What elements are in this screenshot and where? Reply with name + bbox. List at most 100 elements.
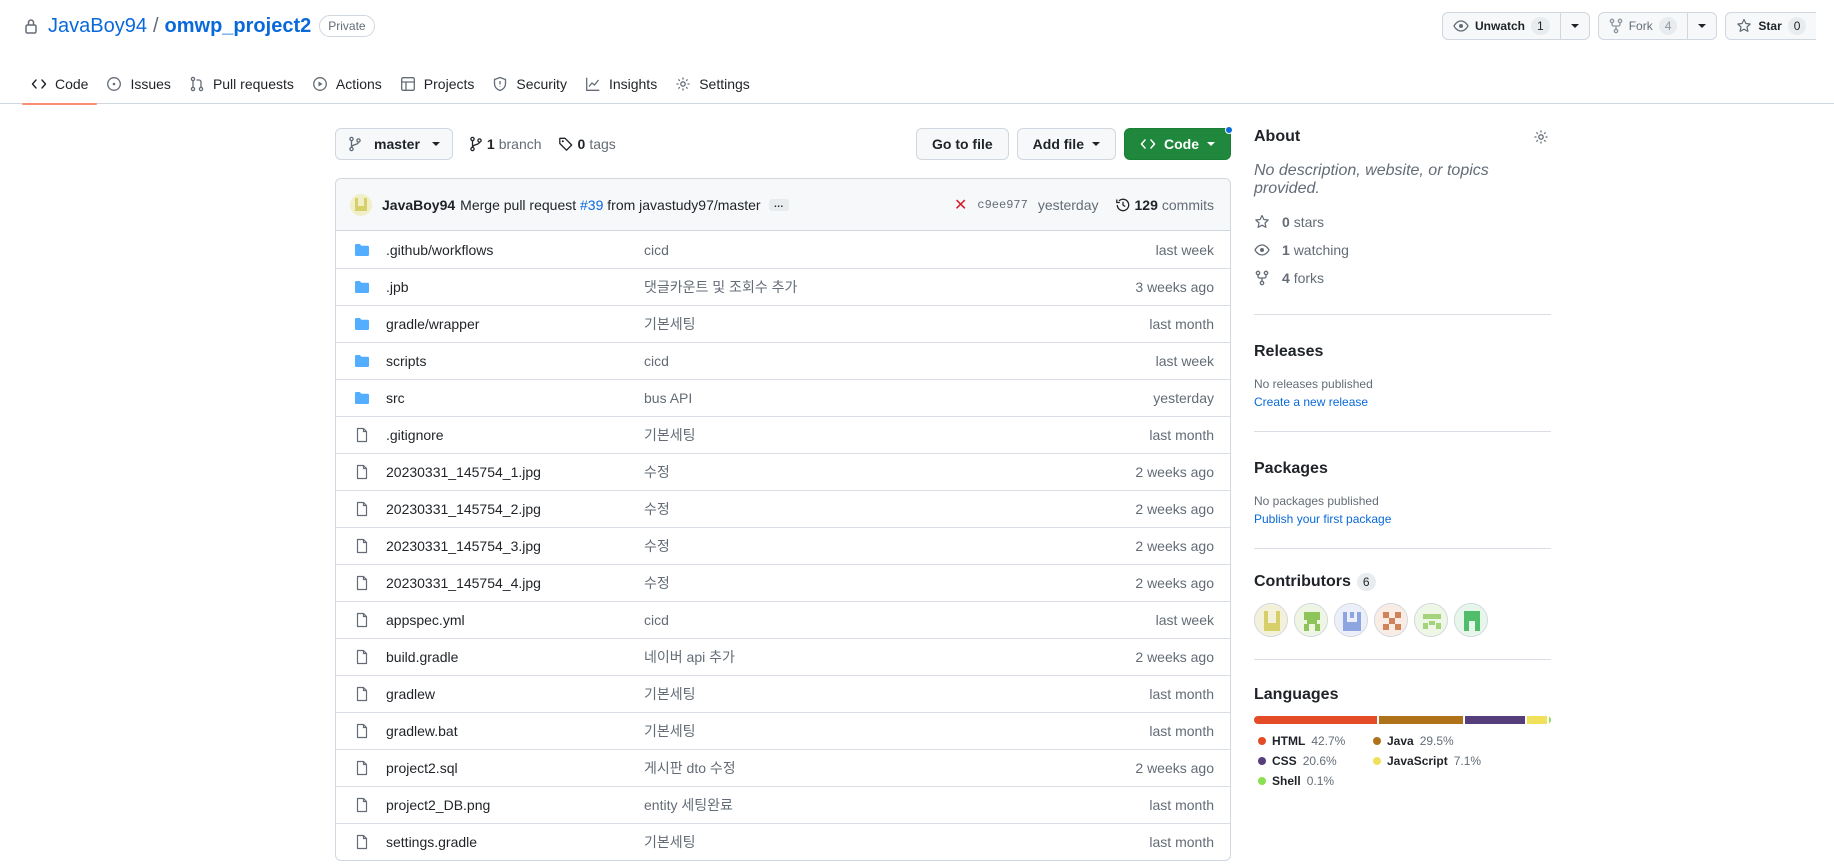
branches-link[interactable]: 1 branch [469,136,542,152]
file-name-link[interactable]: scripts [386,353,644,369]
table-row[interactable]: .gitignore 기본세팅 last month [336,416,1230,453]
table-row[interactable]: appspec.yml cicd last week [336,601,1230,638]
file-name-link[interactable]: 20230331_145754_4.jpg [386,575,644,591]
file-name-link[interactable]: gradle/wrapper [386,316,644,332]
pull-request-link[interactable]: #39 [580,197,603,213]
tab-code[interactable]: Code [22,64,98,105]
add-file-button[interactable]: Add file [1016,128,1116,160]
watching-link[interactable]: 1 watching [1254,242,1551,258]
file-name-link[interactable]: src [386,390,644,406]
file-commit-message-link[interactable]: 기본세팅 [644,314,1149,334]
file-name-link[interactable]: gradlew.bat [386,723,644,739]
file-name-link[interactable]: .jpb [386,279,644,295]
commits-history-link[interactable]: 129 commits [1115,197,1214,213]
table-row[interactable]: gradle/wrapper 기본세팅 last month [336,305,1230,342]
expand-commit-button[interactable]: … [768,198,789,211]
table-row[interactable]: .github/workflows cicd last week [336,231,1230,268]
language-bar-segment[interactable] [1548,716,1551,724]
fork-button[interactable]: Fork 4 [1599,13,1689,39]
create-release-link[interactable]: Create a new release [1254,395,1551,409]
table-row[interactable]: project2.sql 게시판 dto 수정 2 weeks ago [336,749,1230,786]
code-button[interactable]: Code [1124,126,1233,160]
repo-name-link[interactable]: omwp_project2 [165,15,312,38]
file-commit-message-link[interactable]: 기본세팅 [644,832,1149,852]
releases-heading[interactable]: Releases [1254,343,1551,361]
publish-package-link[interactable]: Publish your first package [1254,512,1551,526]
language-item[interactable]: Java 29.5% [1369,734,1499,748]
gear-icon[interactable] [1533,129,1549,145]
table-row[interactable]: scripts cicd last week [336,342,1230,379]
table-row[interactable]: settings.gradle 기본세팅 last month [336,823,1230,860]
file-name-link[interactable]: 20230331_145754_1.jpg [386,464,644,480]
file-commit-message-link[interactable]: 기본세팅 [644,721,1149,741]
tags-link[interactable]: 0 tags [558,136,616,152]
file-commit-message-link[interactable]: cicd [644,353,1156,369]
unwatch-button[interactable]: Unwatch 1 [1443,13,1561,39]
file-commit-message-link[interactable]: 네이버 api 추가 [644,647,1135,667]
tab-insights[interactable]: Insights [576,64,666,104]
language-bar-segment[interactable] [1465,716,1525,724]
avatar[interactable] [1334,603,1368,637]
commit-sha-link[interactable]: c9ee977 [977,198,1027,212]
table-row[interactable]: 20230331_145754_3.jpg 수정 2 weeks ago [336,527,1230,564]
language-bar-segment[interactable] [1254,716,1377,724]
table-row[interactable]: .jpb 댓글카운트 및 조회수 추가 3 weeks ago [336,268,1230,305]
file-commit-message-link[interactable]: 기본세팅 [644,425,1149,445]
file-name-link[interactable]: 20230331_145754_2.jpg [386,501,644,517]
file-name-link[interactable]: .gitignore [386,427,644,443]
language-item[interactable]: HTML 42.7% [1254,734,1369,748]
file-name-link[interactable]: project2.sql [386,760,644,776]
file-name-link[interactable]: .github/workflows [386,242,644,258]
tab-pull-requests[interactable]: Pull requests [180,64,303,104]
table-row[interactable]: gradlew 기본세팅 last month [336,675,1230,712]
file-commit-message-link[interactable]: 게시판 dto 수정 [644,758,1135,778]
file-name-link[interactable]: build.gradle [386,649,644,665]
language-item[interactable]: Shell 0.1% [1254,774,1369,788]
avatar[interactable] [1414,603,1448,637]
language-item[interactable]: CSS 20.6% [1254,754,1369,768]
file-name-link[interactable]: settings.gradle [386,834,644,850]
table-row[interactable]: 20230331_145754_1.jpg 수정 2 weeks ago [336,453,1230,490]
repo-owner-link[interactable]: JavaBoy94 [48,15,147,38]
tab-projects[interactable]: Projects [391,64,484,104]
table-row[interactable]: 20230331_145754_2.jpg 수정 2 weeks ago [336,490,1230,527]
avatar[interactable] [1454,603,1488,637]
avatar[interactable] [1374,603,1408,637]
avatar[interactable] [1254,603,1288,637]
file-commit-message-link[interactable]: cicd [644,612,1156,628]
language-item[interactable]: JavaScript 7.1% [1369,754,1499,768]
table-row[interactable]: gradlew.bat 기본세팅 last month [336,712,1230,749]
branch-select-button[interactable]: master [335,128,453,160]
table-row[interactable]: src bus API yesterday [336,379,1230,416]
file-commit-message-link[interactable]: 댓글카운트 및 조회수 추가 [644,277,1135,297]
table-row[interactable]: project2_DB.png entity 세팅완료 last month [336,786,1230,823]
contributors-heading[interactable]: Contributors 6 [1254,573,1551,591]
commit-author-link[interactable]: JavaBoy94 [382,197,455,213]
stars-link[interactable]: 0 stars [1254,214,1551,230]
table-row[interactable]: build.gradle 네이버 api 추가 2 weeks ago [336,638,1230,675]
file-commit-message-link[interactable]: 수정 [644,499,1135,519]
check-failed-icon[interactable]: ✕ [954,195,967,215]
language-bar-segment[interactable] [1526,716,1547,724]
fork-dropdown-button[interactable] [1688,13,1716,39]
file-commit-message-link[interactable]: bus API [644,390,1153,406]
avatar[interactable] [1294,603,1328,637]
go-to-file-button[interactable]: Go to file [915,128,1009,160]
file-commit-message-link[interactable]: 기본세팅 [644,684,1149,704]
file-name-link[interactable]: project2_DB.png [386,797,644,813]
file-commit-message-link[interactable]: 수정 [644,573,1135,593]
packages-heading[interactable]: Packages [1254,460,1551,478]
tab-issues[interactable]: Issues [97,64,179,104]
watch-dropdown-button[interactable] [1561,13,1589,39]
file-name-link[interactable]: gradlew [386,686,644,702]
tab-security[interactable]: Security [483,64,576,104]
file-commit-message-link[interactable]: 수정 [644,536,1135,556]
file-name-link[interactable]: appspec.yml [386,612,644,628]
file-commit-message-link[interactable]: entity 세팅완료 [644,795,1149,815]
forks-link[interactable]: 4 forks [1254,270,1551,286]
star-button[interactable]: Star 0 [1726,13,1816,39]
file-commit-message-link[interactable]: 수정 [644,462,1135,482]
avatar[interactable] [350,193,372,216]
file-name-link[interactable]: 20230331_145754_3.jpg [386,538,644,554]
tab-settings[interactable]: Settings [666,64,759,104]
